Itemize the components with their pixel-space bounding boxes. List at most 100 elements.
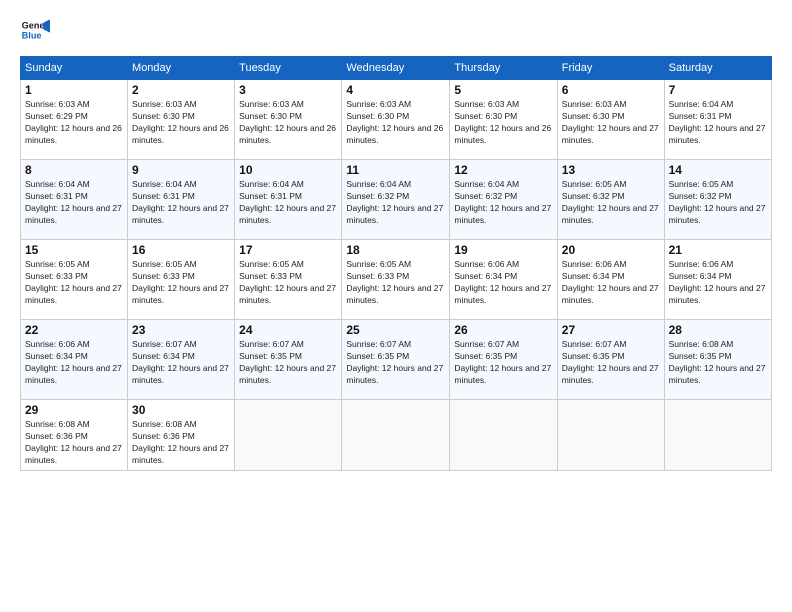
day-number: 15 <box>25 243 123 257</box>
day-info: Sunrise: 6:03 AM Sunset: 6:30 PM Dayligh… <box>562 99 660 147</box>
day-info: Sunrise: 6:07 AM Sunset: 6:35 PM Dayligh… <box>562 339 660 387</box>
day-number: 2 <box>132 83 230 97</box>
day-info: Sunrise: 6:06 AM Sunset: 6:34 PM Dayligh… <box>669 259 767 307</box>
calendar-header-cell: Monday <box>128 57 235 80</box>
day-info: Sunrise: 6:03 AM Sunset: 6:30 PM Dayligh… <box>346 99 445 147</box>
day-number: 27 <box>562 323 660 337</box>
day-info: Sunrise: 6:06 AM Sunset: 6:34 PM Dayligh… <box>454 259 552 307</box>
calendar-header-cell: Sunday <box>21 57 128 80</box>
logo-icon: General Blue <box>20 16 50 46</box>
svg-text:Blue: Blue <box>22 31 42 41</box>
day-number: 20 <box>562 243 660 257</box>
day-number: 30 <box>132 403 230 417</box>
calendar-day-cell <box>664 400 771 471</box>
header: General Blue <box>20 16 772 46</box>
calendar-header-row: SundayMondayTuesdayWednesdayThursdayFrid… <box>21 57 772 80</box>
calendar-header-cell: Wednesday <box>342 57 450 80</box>
calendar-header-cell: Tuesday <box>235 57 342 80</box>
day-number: 6 <box>562 83 660 97</box>
calendar-header-cell: Friday <box>557 57 664 80</box>
day-number: 28 <box>669 323 767 337</box>
calendar-day-cell: 16 Sunrise: 6:05 AM Sunset: 6:33 PM Dayl… <box>128 240 235 320</box>
day-number: 26 <box>454 323 552 337</box>
day-info: Sunrise: 6:04 AM Sunset: 6:31 PM Dayligh… <box>239 179 337 227</box>
calendar-day-cell <box>235 400 342 471</box>
day-number: 22 <box>25 323 123 337</box>
day-info: Sunrise: 6:04 AM Sunset: 6:31 PM Dayligh… <box>669 99 767 147</box>
day-info: Sunrise: 6:04 AM Sunset: 6:31 PM Dayligh… <box>25 179 123 227</box>
calendar-day-cell: 11 Sunrise: 6:04 AM Sunset: 6:32 PM Dayl… <box>342 160 450 240</box>
day-info: Sunrise: 6:08 AM Sunset: 6:36 PM Dayligh… <box>25 419 123 467</box>
calendar-day-cell: 22 Sunrise: 6:06 AM Sunset: 6:34 PM Dayl… <box>21 320 128 400</box>
calendar-day-cell: 3 Sunrise: 6:03 AM Sunset: 6:30 PM Dayli… <box>235 80 342 160</box>
day-number: 8 <box>25 163 123 177</box>
calendar-day-cell: 7 Sunrise: 6:04 AM Sunset: 6:31 PM Dayli… <box>664 80 771 160</box>
day-number: 13 <box>562 163 660 177</box>
day-number: 19 <box>454 243 552 257</box>
day-number: 23 <box>132 323 230 337</box>
calendar-day-cell: 24 Sunrise: 6:07 AM Sunset: 6:35 PM Dayl… <box>235 320 342 400</box>
calendar-header-cell: Thursday <box>450 57 557 80</box>
logo: General Blue <box>20 16 50 46</box>
day-info: Sunrise: 6:07 AM Sunset: 6:34 PM Dayligh… <box>132 339 230 387</box>
calendar-header-cell: Saturday <box>664 57 771 80</box>
calendar-day-cell: 23 Sunrise: 6:07 AM Sunset: 6:34 PM Dayl… <box>128 320 235 400</box>
calendar-day-cell: 5 Sunrise: 6:03 AM Sunset: 6:30 PM Dayli… <box>450 80 557 160</box>
day-number: 18 <box>346 243 445 257</box>
day-info: Sunrise: 6:05 AM Sunset: 6:33 PM Dayligh… <box>25 259 123 307</box>
calendar-day-cell: 8 Sunrise: 6:04 AM Sunset: 6:31 PM Dayli… <box>21 160 128 240</box>
day-info: Sunrise: 6:08 AM Sunset: 6:36 PM Dayligh… <box>132 419 230 467</box>
calendar-day-cell <box>557 400 664 471</box>
calendar-body: 1 Sunrise: 6:03 AM Sunset: 6:29 PM Dayli… <box>21 80 772 471</box>
calendar-day-cell: 9 Sunrise: 6:04 AM Sunset: 6:31 PM Dayli… <box>128 160 235 240</box>
day-info: Sunrise: 6:03 AM Sunset: 6:30 PM Dayligh… <box>454 99 552 147</box>
day-number: 11 <box>346 163 445 177</box>
calendar-day-cell <box>342 400 450 471</box>
day-info: Sunrise: 6:04 AM Sunset: 6:32 PM Dayligh… <box>346 179 445 227</box>
calendar-day-cell: 15 Sunrise: 6:05 AM Sunset: 6:33 PM Dayl… <box>21 240 128 320</box>
day-info: Sunrise: 6:07 AM Sunset: 6:35 PM Dayligh… <box>239 339 337 387</box>
day-number: 21 <box>669 243 767 257</box>
day-number: 24 <box>239 323 337 337</box>
calendar-day-cell <box>450 400 557 471</box>
calendar-day-cell: 21 Sunrise: 6:06 AM Sunset: 6:34 PM Dayl… <box>664 240 771 320</box>
calendar-day-cell: 30 Sunrise: 6:08 AM Sunset: 6:36 PM Dayl… <box>128 400 235 471</box>
calendar-week-row: 29 Sunrise: 6:08 AM Sunset: 6:36 PM Dayl… <box>21 400 772 471</box>
day-number: 1 <box>25 83 123 97</box>
day-info: Sunrise: 6:03 AM Sunset: 6:30 PM Dayligh… <box>239 99 337 147</box>
calendar-day-cell: 28 Sunrise: 6:08 AM Sunset: 6:35 PM Dayl… <box>664 320 771 400</box>
calendar-day-cell: 20 Sunrise: 6:06 AM Sunset: 6:34 PM Dayl… <box>557 240 664 320</box>
calendar-day-cell: 10 Sunrise: 6:04 AM Sunset: 6:31 PM Dayl… <box>235 160 342 240</box>
day-info: Sunrise: 6:05 AM Sunset: 6:33 PM Dayligh… <box>346 259 445 307</box>
calendar-week-row: 8 Sunrise: 6:04 AM Sunset: 6:31 PM Dayli… <box>21 160 772 240</box>
calendar-day-cell: 26 Sunrise: 6:07 AM Sunset: 6:35 PM Dayl… <box>450 320 557 400</box>
day-number: 7 <box>669 83 767 97</box>
calendar-day-cell: 1 Sunrise: 6:03 AM Sunset: 6:29 PM Dayli… <box>21 80 128 160</box>
day-info: Sunrise: 6:08 AM Sunset: 6:35 PM Dayligh… <box>669 339 767 387</box>
day-info: Sunrise: 6:05 AM Sunset: 6:33 PM Dayligh… <box>239 259 337 307</box>
day-info: Sunrise: 6:03 AM Sunset: 6:29 PM Dayligh… <box>25 99 123 147</box>
day-info: Sunrise: 6:05 AM Sunset: 6:32 PM Dayligh… <box>669 179 767 227</box>
calendar-day-cell: 2 Sunrise: 6:03 AM Sunset: 6:30 PM Dayli… <box>128 80 235 160</box>
calendar-day-cell: 4 Sunrise: 6:03 AM Sunset: 6:30 PM Dayli… <box>342 80 450 160</box>
day-info: Sunrise: 6:04 AM Sunset: 6:31 PM Dayligh… <box>132 179 230 227</box>
day-info: Sunrise: 6:06 AM Sunset: 6:34 PM Dayligh… <box>25 339 123 387</box>
day-number: 29 <box>25 403 123 417</box>
calendar-day-cell: 14 Sunrise: 6:05 AM Sunset: 6:32 PM Dayl… <box>664 160 771 240</box>
day-number: 17 <box>239 243 337 257</box>
day-number: 25 <box>346 323 445 337</box>
day-info: Sunrise: 6:07 AM Sunset: 6:35 PM Dayligh… <box>346 339 445 387</box>
calendar-day-cell: 13 Sunrise: 6:05 AM Sunset: 6:32 PM Dayl… <box>557 160 664 240</box>
day-number: 14 <box>669 163 767 177</box>
calendar-day-cell: 6 Sunrise: 6:03 AM Sunset: 6:30 PM Dayli… <box>557 80 664 160</box>
day-info: Sunrise: 6:05 AM Sunset: 6:33 PM Dayligh… <box>132 259 230 307</box>
day-number: 3 <box>239 83 337 97</box>
day-info: Sunrise: 6:04 AM Sunset: 6:32 PM Dayligh… <box>454 179 552 227</box>
day-number: 9 <box>132 163 230 177</box>
day-info: Sunrise: 6:05 AM Sunset: 6:32 PM Dayligh… <box>562 179 660 227</box>
page-container: General Blue SundayMondayTuesdayWednesda… <box>0 0 792 612</box>
calendar-day-cell: 17 Sunrise: 6:05 AM Sunset: 6:33 PM Dayl… <box>235 240 342 320</box>
calendar-week-row: 15 Sunrise: 6:05 AM Sunset: 6:33 PM Dayl… <box>21 240 772 320</box>
day-number: 10 <box>239 163 337 177</box>
calendar-week-row: 22 Sunrise: 6:06 AM Sunset: 6:34 PM Dayl… <box>21 320 772 400</box>
